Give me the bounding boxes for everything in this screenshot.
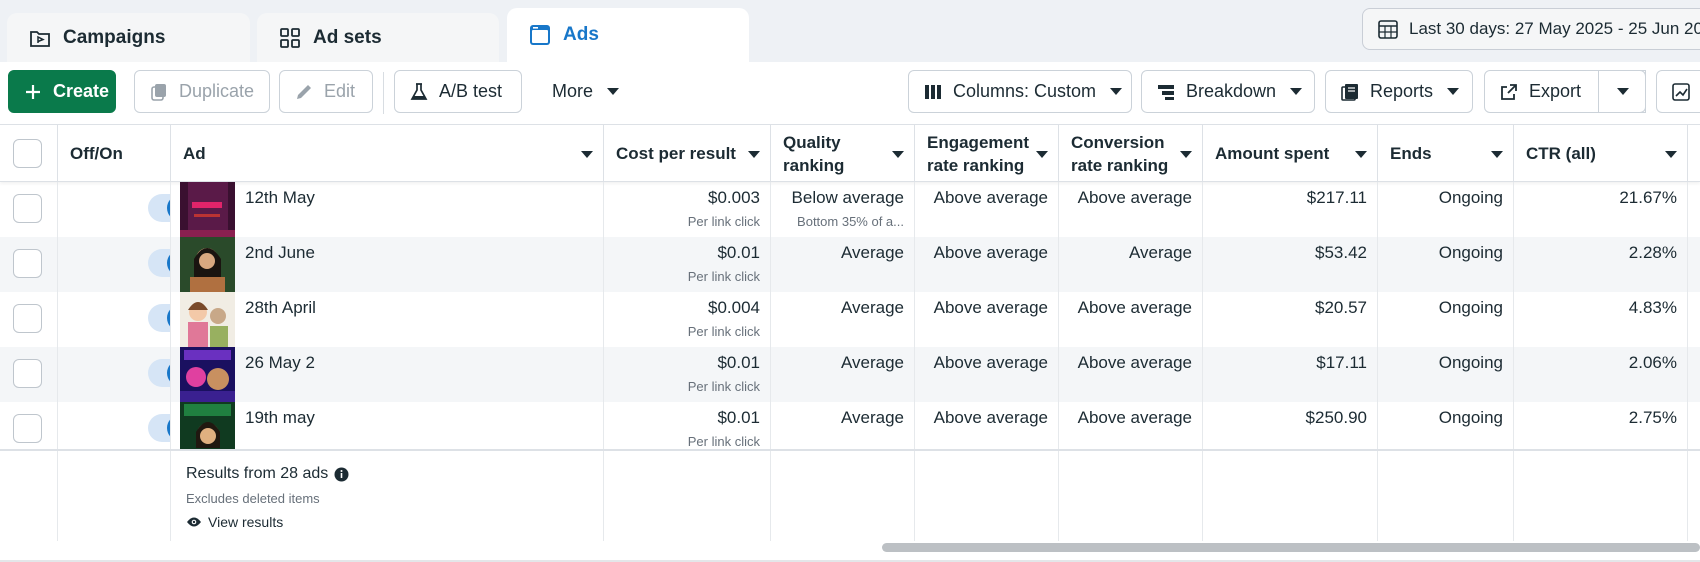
header-ends[interactable]: Ends (1378, 125, 1514, 182)
table-row[interactable]: 12th May $0.003 Per link click Below aver… (0, 182, 1700, 237)
columns-button[interactable]: Columns: Custom (908, 70, 1132, 113)
ad-name[interactable]: 12th May (245, 188, 315, 208)
header-ctr[interactable]: CTR (all) (1514, 125, 1688, 182)
pencil-icon (294, 82, 314, 102)
breakdown-icon (1156, 82, 1176, 102)
reports-button[interactable]: Reports (1325, 70, 1473, 113)
view-results-link[interactable]: View results (186, 514, 283, 530)
grid-icon (279, 27, 301, 49)
sort-caret-icon[interactable] (748, 151, 760, 158)
tab-campaigns-label: Campaigns (63, 26, 166, 48)
ad-thumbnail[interactable] (180, 182, 235, 237)
ad-name[interactable]: 2nd June (245, 243, 315, 263)
create-button[interactable]: Create (8, 70, 116, 113)
more-label: More (552, 81, 594, 101)
date-range-label: Last 30 days: 27 May 2025 - 25 Jun 2025 (1409, 19, 1700, 38)
ab-test-button[interactable]: A/B test (394, 70, 522, 113)
sort-caret-icon[interactable] (1036, 151, 1048, 158)
ad-toggle[interactable] (148, 414, 170, 442)
ad-thumbnail[interactable] (180, 292, 235, 347)
toolbar: Create Duplicate Edit A/B test More Colu… (0, 62, 1700, 124)
header-quality-ranking[interactable]: Quality ranking (771, 125, 915, 182)
ad-name[interactable]: 28th April (245, 298, 316, 318)
chevron-down-icon (1447, 88, 1460, 95)
header-select-all (0, 125, 58, 182)
ads-table: Off/On Ad Cost per result Quality ranking… (0, 124, 1700, 541)
date-range-picker[interactable]: Last 30 days: 27 May 2025 - 25 Jun 2025 (1362, 8, 1700, 50)
header-engagement-rate-ranking[interactable]: Engagement rate ranking (915, 125, 1059, 182)
row-checkbox[interactable] (13, 414, 42, 443)
row-checkbox[interactable] (13, 249, 42, 278)
sort-caret-icon[interactable] (1180, 151, 1192, 158)
sort-caret-icon[interactable] (1665, 151, 1677, 158)
row-checkbox[interactable] (13, 304, 42, 333)
chart-view-button[interactable] (1656, 70, 1700, 113)
export-label: Export (1529, 81, 1582, 101)
ad-toggle[interactable] (148, 194, 170, 222)
create-label: Create (53, 81, 110, 101)
table-row[interactable]: 28th April $0.004 Per link click Average … (0, 292, 1700, 347)
edit-button[interactable]: Edit (279, 70, 373, 113)
chevron-down-icon (1617, 88, 1629, 95)
breakdown-button[interactable]: Breakdown (1141, 70, 1315, 113)
ad-toggle[interactable] (148, 249, 170, 277)
chevron-down-icon (1110, 88, 1123, 95)
select-all-checkbox[interactable] (13, 139, 42, 168)
horizontal-scrollbar[interactable] (882, 543, 1700, 552)
external-link-icon (1499, 82, 1519, 102)
ad-name[interactable]: 26 May 2 (245, 353, 315, 373)
export-dropdown-button[interactable] (1598, 70, 1646, 113)
tab-ads-label: Ads (563, 24, 599, 45)
reports-icon (1340, 82, 1360, 102)
sort-caret-icon[interactable] (1491, 151, 1503, 158)
tab-ads[interactable]: Ads (507, 8, 749, 62)
columns-label: Columns: Custom (953, 81, 1097, 101)
table-row[interactable]: 2nd June $0.01 Per link click Average Abo… (0, 237, 1700, 292)
tab-ad-sets[interactable]: Ad sets (257, 13, 499, 62)
flask-icon (409, 82, 429, 102)
folder-flag-icon (29, 27, 51, 49)
results-summary: Results from 28 ads (186, 465, 349, 483)
ad-thumbnail[interactable] (180, 237, 235, 292)
eye-icon (186, 516, 202, 528)
header-cost-per-result[interactable]: Cost per result (604, 125, 771, 182)
sort-caret-icon[interactable] (1355, 151, 1367, 158)
toolbar-divider (383, 72, 384, 114)
breakdown-label: Breakdown (1186, 81, 1277, 101)
ad-thumbnail[interactable] (180, 347, 235, 402)
duplicate-label: Duplicate (179, 81, 255, 101)
tab-campaigns[interactable]: Campaigns (7, 13, 250, 62)
header-amount-spent[interactable]: Amount spent (1203, 125, 1378, 182)
table-row[interactable]: 26 May 2 $0.01 Per link click Average Abo… (0, 347, 1700, 402)
excludes-deleted-note: Excludes deleted items (186, 491, 320, 506)
ad-name[interactable]: 19th may (245, 408, 315, 428)
table-summary-row: Results from 28 ads Excludes deleted ite… (0, 449, 1700, 541)
edit-label: Edit (324, 81, 356, 101)
chevron-down-icon (607, 88, 620, 95)
plus-icon (23, 82, 43, 102)
duplicate-button[interactable]: Duplicate (134, 70, 270, 113)
row-checkbox[interactable] (13, 194, 42, 223)
duplicate-icon (149, 82, 169, 102)
ab-test-label: A/B test (439, 81, 503, 101)
ad-toggle[interactable] (148, 304, 170, 332)
row-checkbox[interactable] (13, 359, 42, 388)
ad-window-icon (529, 24, 551, 46)
calendar-icon (1377, 18, 1399, 40)
reports-label: Reports (1370, 81, 1434, 101)
line-chart-icon (1671, 82, 1691, 102)
tab-bar: Campaigns Ad sets Ads Last 30 days: 27 M… (0, 0, 1700, 62)
columns-icon (923, 82, 943, 102)
chevron-down-icon (1290, 88, 1303, 95)
header-ad[interactable]: Ad (171, 125, 604, 182)
info-icon[interactable] (334, 467, 349, 482)
more-button[interactable]: More (538, 70, 638, 113)
ad-toggle[interactable] (148, 359, 170, 387)
sort-caret-icon[interactable] (892, 151, 904, 158)
tab-ad-sets-label: Ad sets (313, 26, 382, 48)
header-off-on[interactable]: Off/On (58, 125, 171, 182)
header-conversion-rate-ranking[interactable]: Conversion rate ranking (1059, 125, 1203, 182)
sort-caret-icon[interactable] (581, 151, 593, 158)
table-header: Off/On Ad Cost per result Quality ranking… (0, 125, 1700, 182)
